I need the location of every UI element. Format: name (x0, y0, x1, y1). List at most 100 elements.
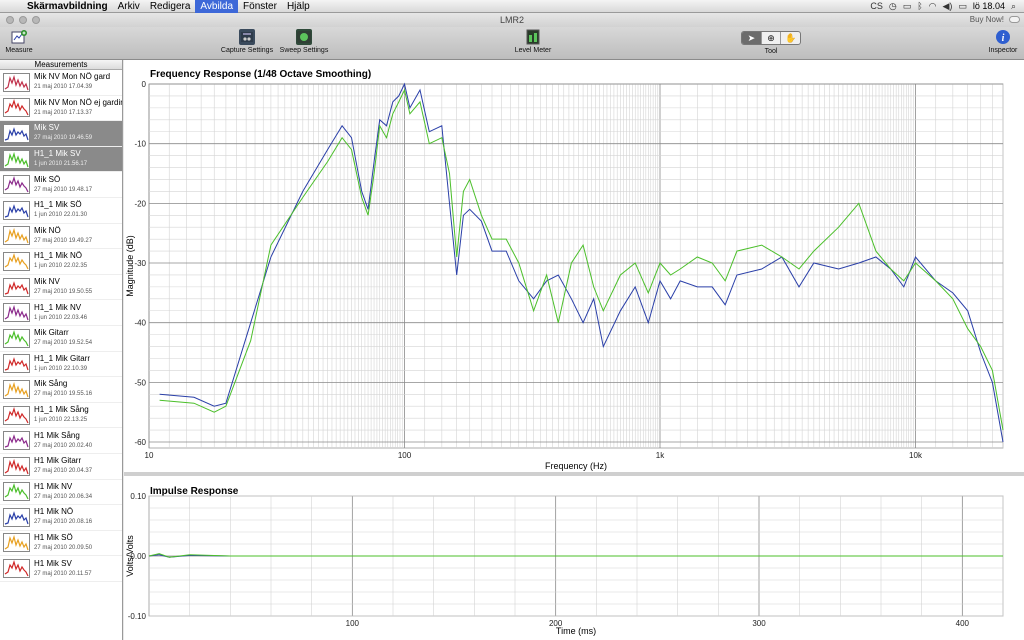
menu-app[interactable]: Skärmavbildning (22, 0, 113, 13)
inspector-button[interactable]: i Inspector (986, 29, 1020, 54)
plots-svg[interactable]: Frequency Response (1/48 Octave Smoothin… (124, 60, 1024, 640)
measurement-date: 27 maj 2010 20.11.57 (34, 570, 92, 577)
spotlight-icon[interactable]: ⌕ (1011, 1, 1016, 12)
freq-x-axis-label: Frequency (Hz) (545, 461, 607, 471)
measurement-item[interactable]: Mik Sång 27 maj 2010 19.55.16 (0, 377, 122, 403)
measurement-date: 27 maj 2010 20.09.50 (34, 544, 93, 551)
measurement-name: Mik SÖ (34, 174, 61, 184)
measurement-name: Mik NV Mon NÖ ej gardin (34, 97, 122, 107)
menubar: Skärmavbildning Arkiv Redigera Avbilda F… (0, 0, 1024, 13)
measurement-item[interactable]: H1_1 Mik NÖ 1 jun 2010 22.02.35 (0, 249, 122, 275)
tool-group: ➤ ⊕ ✋ Tool (740, 29, 802, 55)
volume-icon[interactable]: ◀) (942, 1, 952, 12)
measure-button[interactable]: Measure (4, 29, 34, 54)
measurement-item[interactable]: H1 Mik SÖ 27 maj 2010 20.09.50 (0, 531, 122, 557)
menu-avbilda[interactable]: Avbilda (195, 0, 239, 13)
measurement-item[interactable]: Mik NV Mon NÖ ej gardin 21 maj 2010 17.13… (0, 96, 122, 122)
measurement-item[interactable]: H1_1 Mik SV 1 jun 2010 21.56.17 (0, 146, 122, 173)
measurement-item[interactable]: Mik NV 27 maj 2010 19.50.55 (0, 275, 122, 301)
measurement-name: Mik Gitarr (34, 328, 69, 338)
measurement-thumbnail (3, 431, 30, 451)
freq-plot-frame (148, 83, 1004, 449)
measurement-name: Mik NV Mon NÖ gard (34, 72, 111, 82)
y-tick-label: -0.10 (128, 612, 147, 621)
measurement-name: Mik NÖ (34, 225, 61, 235)
measurement-date: 27 maj 2010 19.46.59 (34, 135, 93, 142)
menubar-clock[interactable]: lö 18.04 (973, 1, 1005, 11)
measurement-item[interactable]: Mik Gitarr 27 maj 2010 19.52.54 (0, 326, 122, 352)
measurement-date: 1 jun 2010 22.03.46 (34, 314, 88, 321)
x-tick-label: 10k (909, 451, 923, 460)
measurement-date: 27 maj 2010 19.52.54 (34, 340, 93, 347)
bluetooth-icon[interactable]: ᛒ (917, 1, 922, 11)
window-titlebar: LMR2 Buy Now! (0, 13, 1024, 27)
impulse-chart-title: Impulse Response (150, 486, 239, 497)
measurement-thumbnail (3, 226, 30, 246)
measurement-date: 27 maj 2010 20.02.40 (34, 442, 93, 449)
measurement-thumbnail (3, 456, 30, 476)
measurement-item[interactable]: Mik NV Mon NÖ gard 21 maj 2010 17.04.39 (0, 70, 122, 96)
x-tick-label: 1k (656, 451, 665, 460)
measurement-item[interactable]: H1_1 Mik Sång 1 jun 2010 22.13.25 (0, 403, 122, 429)
measurement-item[interactable]: Mik SV 27 maj 2010 19.46.59 (0, 121, 122, 147)
minimize-window-button[interactable] (19, 16, 27, 24)
menu-redigera[interactable]: Redigera (145, 0, 196, 13)
impulse-y-axis-label: Volts/Volts (125, 535, 135, 577)
measurement-name: H1 Mik SV (34, 558, 72, 568)
measure-label: Measure (5, 47, 33, 54)
measurement-name: H1 Mik Gitarr (34, 456, 82, 466)
wifi-icon[interactable]: ◠ (929, 1, 937, 12)
battery-icon[interactable]: ▭ (958, 1, 967, 12)
pointer-tool-icon[interactable]: ➤ (742, 32, 762, 44)
y-tick-label: -10 (134, 140, 146, 149)
display-icon[interactable]: ▭ (903, 1, 912, 12)
measurement-item[interactable]: Mik SÖ 27 maj 2010 19.48.17 (0, 172, 122, 198)
measurement-item[interactable]: H1_1 Mik SÖ 1 jun 2010 22.01.30 (0, 198, 122, 224)
measurement-date: 27 maj 2010 20.06.34 (34, 493, 93, 500)
measurement-item[interactable]: H1 Mik Gitarr 27 maj 2010 20.04.37 (0, 454, 122, 480)
measurement-item[interactable]: H1 Mik SV 27 maj 2010 20.11.57 (0, 556, 122, 582)
measurement-date: 1 jun 2010 22.01.30 (34, 212, 88, 219)
level-meter-icon (525, 29, 541, 45)
close-window-button[interactable] (6, 16, 14, 24)
menu-arkiv[interactable]: Arkiv (113, 0, 145, 13)
measurement-item[interactable]: H1 Mik NV 27 maj 2010 20.06.34 (0, 480, 122, 506)
panel-divider[interactable] (124, 472, 1024, 476)
measurements-sidebar: Measurements Mik NV Mon NÖ gard 21 maj 20… (0, 60, 123, 640)
sweep-settings-button[interactable]: Sweep Settings (279, 29, 329, 54)
measurement-thumbnail (3, 98, 30, 118)
measurement-item[interactable]: H1 Mik NÖ 27 maj 2010 20.08.16 (0, 505, 122, 531)
measurement-item[interactable]: H1_1 Mik Gitarr 1 jun 2010 22.10.39 (0, 352, 122, 378)
measurement-date: 27 maj 2010 19.48.17 (34, 186, 93, 193)
x-tick-label: 10 (145, 451, 154, 460)
measurement-thumbnail (3, 405, 30, 425)
measurement-date: 27 maj 2010 20.04.37 (34, 468, 93, 475)
measurement-name: H1_1 Mik NV (34, 302, 82, 312)
cs-icon[interactable]: CS (870, 1, 883, 11)
measurement-item[interactable]: H1 Mik Sång 27 maj 2010 20.02.40 (0, 428, 122, 454)
tool-segmented-control: ➤ ⊕ ✋ (741, 31, 801, 45)
capture-settings-label: Capture Settings (220, 47, 274, 54)
measurement-name: H1 Mik NV (34, 481, 73, 491)
measurement-item[interactable]: H1_1 Mik NV 1 jun 2010 22.03.46 (0, 300, 122, 326)
menu-hjalp[interactable]: Hjälp (282, 0, 315, 13)
time-machine-icon[interactable]: ◷ (889, 1, 897, 12)
measurement-item[interactable]: Mik NÖ 27 maj 2010 19.49.27 (0, 224, 122, 250)
buy-now-link[interactable]: Buy Now! (970, 13, 1004, 27)
measure-icon (11, 29, 27, 45)
inspector-label: Inspector (988, 47, 1018, 54)
capture-settings-button[interactable]: Capture Settings (218, 29, 276, 54)
measurement-date: 21 maj 2010 17.13.37 (34, 109, 93, 116)
zoom-window-button[interactable] (32, 16, 40, 24)
measurement-name: H1_1 Mik Gitarr (34, 353, 91, 363)
level-meter-button[interactable]: Level Meter (513, 29, 553, 54)
toolbar: Measure Capture Settings Sweep Settings … (0, 27, 1024, 60)
freq-chart-title: Frequency Response (1/48 Octave Smoothin… (150, 69, 371, 80)
hand-tool-icon[interactable]: ✋ (781, 32, 800, 44)
zoom-tool-icon[interactable]: ⊕ (762, 32, 782, 44)
x-tick-label: 400 (956, 619, 970, 628)
y-tick-label: -20 (134, 199, 146, 208)
toolbar-toggle-button[interactable] (1009, 16, 1020, 23)
menu-fonster[interactable]: Fönster (238, 0, 282, 13)
measurement-name: H1_1 Mik NÖ (34, 251, 83, 261)
